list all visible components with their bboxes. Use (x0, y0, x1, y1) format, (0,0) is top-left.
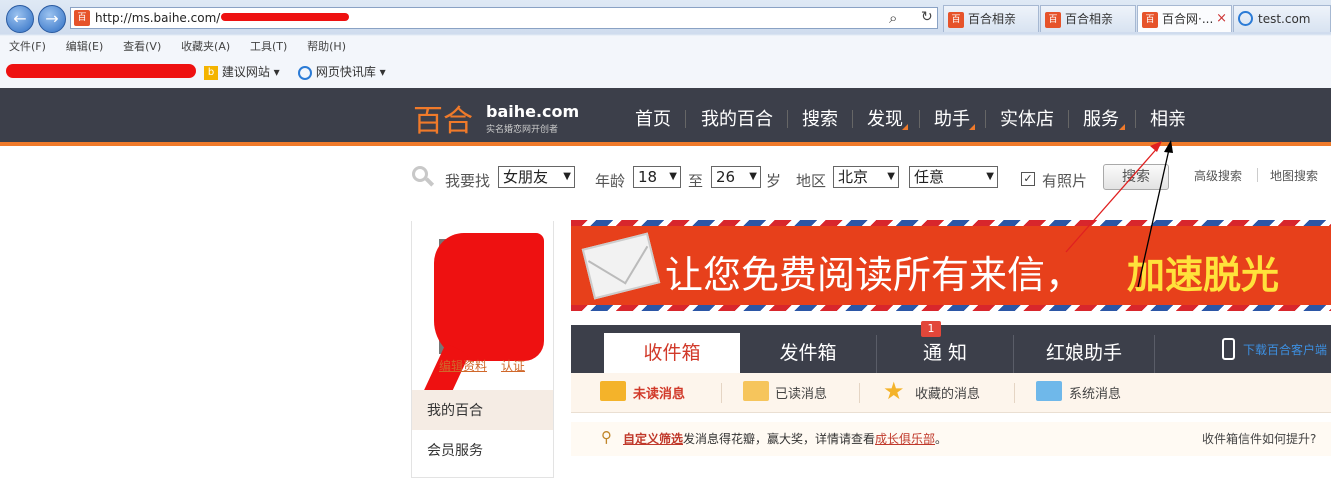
black-arrow-line (1137, 144, 1171, 288)
red-arrow-line (1065, 144, 1161, 253)
red-arrowhead (1150, 141, 1162, 152)
black-arrowhead (1164, 140, 1173, 153)
annotation-arrows (1065, 140, 1173, 288)
